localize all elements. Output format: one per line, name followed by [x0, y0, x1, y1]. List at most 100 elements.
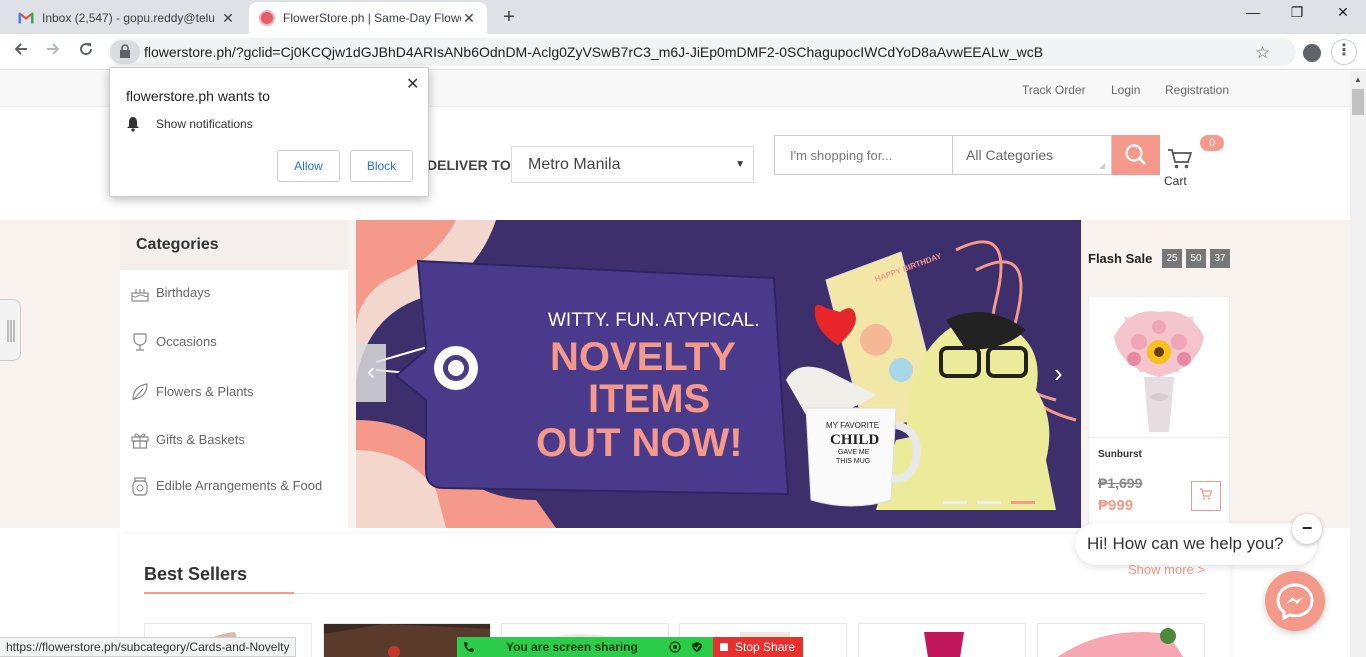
- product-name[interactable]: Sunburst: [1098, 449, 1142, 460]
- product-old-price: ₱1,699: [1098, 475, 1143, 491]
- messenger-chat-button[interactable]: [1265, 571, 1325, 631]
- browser-toolbar: flowerstore.ph/?gclid=Cj0KCQjw1dGJBhD4AR…: [0, 34, 1366, 70]
- category-label: Occasions: [156, 334, 217, 349]
- registration-link[interactable]: Registration: [1165, 83, 1229, 97]
- minimize-window-button[interactable]: —: [1230, 4, 1276, 20]
- chevron-down-icon: ▼: [735, 159, 745, 170]
- jar-icon: [132, 477, 148, 496]
- title-underline: [144, 592, 294, 594]
- status-bar-url: https://flowerstore.ph/subcategory/Cards…: [0, 637, 297, 657]
- profile-avatar-icon[interactable]: [1303, 44, 1321, 62]
- deliver-to-label: DELIVER TO: [427, 157, 511, 173]
- product-thumbnail[interactable]: [858, 623, 1026, 657]
- category-item-occasions[interactable]: Occasions: [130, 332, 345, 352]
- tab-title: Inbox (2,547) - gopu.reddy@telu: [42, 11, 215, 25]
- search-input[interactable]: I'm shopping for...: [774, 135, 953, 175]
- category-item-edible-arrangements[interactable]: Edible Arrangements & Food: [130, 476, 345, 496]
- search-button[interactable]: [1112, 135, 1160, 175]
- popup-close-icon[interactable]: ✕: [406, 74, 419, 94]
- address-bar[interactable]: flowerstore.ph/?gclid=Cj0KCQjw1dGJBhD4AR…: [108, 38, 1296, 66]
- cart-button[interactable]: 0 Cart: [1160, 135, 1230, 191]
- category-item-flowers-plants[interactable]: Flowers & Plants: [130, 382, 345, 402]
- tab-close-icon[interactable]: ✕: [461, 10, 477, 27]
- stop-share-button[interactable]: Stop Share: [713, 637, 803, 657]
- banner-tagline: WITTY. FUN. ATYPICAL.: [548, 310, 760, 331]
- categories-panel: Categories Birthdays Occasions Flowers &…: [120, 220, 348, 528]
- notification-permission-popup: flowerstore.ph wants to ✕ Show notificat…: [109, 67, 429, 197]
- banner-dot-active[interactable]: [1011, 501, 1035, 504]
- gmail-icon: [18, 12, 34, 24]
- category-label: Flowers & Plants: [156, 384, 254, 399]
- mug-text-2: CHILD: [830, 432, 879, 448]
- category-item-birthdays[interactable]: Birthdays: [130, 283, 345, 303]
- stop-square-icon: [720, 643, 728, 651]
- add-to-cart-button[interactable]: [1191, 481, 1221, 511]
- banner-prev-button[interactable]: ‹: [356, 344, 386, 402]
- card-divider: [1089, 437, 1229, 438]
- wine-glass-icon: [133, 333, 147, 351]
- stop-share-label: Stop Share: [735, 640, 796, 654]
- product-thumbnail[interactable]: [1037, 623, 1205, 657]
- tab-title: FlowerStore.ph | Same-Day Flowe: [283, 11, 461, 25]
- select-corner-icon: [1099, 163, 1105, 169]
- back-arrow-icon[interactable]: [9, 41, 33, 62]
- restore-window-button[interactable]: ❐: [1274, 4, 1320, 21]
- category-select-value: All Categories: [966, 147, 1054, 163]
- allow-button[interactable]: Allow: [277, 150, 340, 182]
- new-tab-button[interactable]: +: [498, 6, 520, 29]
- tab-close-icon[interactable]: ✕: [220, 10, 236, 27]
- chat-greeting-bubble[interactable]: Hi! How can we help you?: [1075, 523, 1317, 565]
- track-order-link[interactable]: Track Order: [1022, 83, 1086, 97]
- category-item-gifts-baskets[interactable]: Gifts & Baskets: [130, 430, 345, 450]
- product-image: [1114, 311, 1204, 432]
- timer-hours: 25: [1162, 249, 1182, 268]
- scrollbar-thumb[interactable]: [1352, 89, 1364, 115]
- best-sellers-title: Best Sellers: [144, 564, 248, 584]
- shield-icon: [692, 642, 702, 652]
- scroll-up-arrow-icon[interactable]: ▲: [1354, 75, 1362, 84]
- delivery-location-select[interactable]: Metro Manila ▼: [511, 146, 754, 183]
- flowerstore-favicon-icon: [259, 10, 275, 26]
- banner-dot[interactable]: [943, 501, 967, 504]
- category-label: Edible Arrangements & Food: [156, 478, 323, 493]
- banner-dot[interactable]: [977, 501, 1001, 504]
- forward-arrow-icon[interactable]: [41, 41, 65, 62]
- browser-menu-icon[interactable]: ⋮: [1331, 39, 1357, 65]
- category-label: Gifts & Baskets: [156, 432, 245, 447]
- phone-icon: [464, 642, 474, 652]
- login-link[interactable]: Login: [1111, 83, 1140, 97]
- promo-banner[interactable]: WITTY. FUN. ATYPICAL. NOVELTY ITEMS OUT …: [356, 220, 1081, 528]
- timer-seconds: 37: [1210, 249, 1230, 268]
- banner-headline-1: NOVELTY: [550, 335, 736, 379]
- lock-icon[interactable]: [110, 40, 140, 64]
- location-value: Metro Manila: [528, 156, 621, 173]
- category-label: Birthdays: [156, 285, 211, 300]
- cart-count-badge: 0: [1200, 135, 1224, 151]
- product-new-price: ₱999: [1098, 497, 1134, 514]
- bell-icon: [127, 117, 139, 132]
- block-button[interactable]: Block: [350, 150, 413, 182]
- chat-minimize-button[interactable]: −: [1292, 514, 1322, 544]
- tab-flowerstore[interactable]: FlowerStore.ph | Same-Day Flowe ✕: [249, 2, 487, 34]
- mug-text-3: GAVE ME: [838, 449, 870, 456]
- mug-text-4: THIS MUG: [836, 458, 870, 465]
- gift-icon: [131, 433, 149, 449]
- close-window-button[interactable]: ✕: [1320, 4, 1366, 21]
- tab-gmail-inbox[interactable]: Inbox (2,547) - gopu.reddy@telu ✕: [8, 2, 246, 34]
- categories-heading: Categories: [120, 220, 348, 270]
- page-scrollbar[interactable]: ▲: [1350, 71, 1366, 657]
- reload-icon[interactable]: [74, 41, 98, 62]
- messenger-icon: [1276, 583, 1314, 621]
- url-text: flowerstore.ph/?gclid=Cj0KCQjw1dGJBhD4AR…: [144, 44, 1044, 60]
- notification-request: Show notifications: [126, 116, 253, 132]
- bookmark-star-icon[interactable]: ☆: [1255, 43, 1270, 63]
- flash-sale-product-card[interactable]: Sunburst ₱1,699 ₱999: [1088, 296, 1230, 528]
- side-drawer-handle[interactable]: [0, 299, 21, 361]
- banner-headline-3: OUT NOW!: [536, 421, 743, 465]
- search-icon: [1125, 144, 1146, 165]
- screen-share-bar: You are screen sharing: [457, 637, 715, 657]
- cart-icon: [1200, 488, 1213, 500]
- category-select[interactable]: All Categories: [953, 135, 1112, 175]
- leaf-icon: [132, 383, 148, 401]
- banner-next-button[interactable]: ›: [1054, 358, 1063, 389]
